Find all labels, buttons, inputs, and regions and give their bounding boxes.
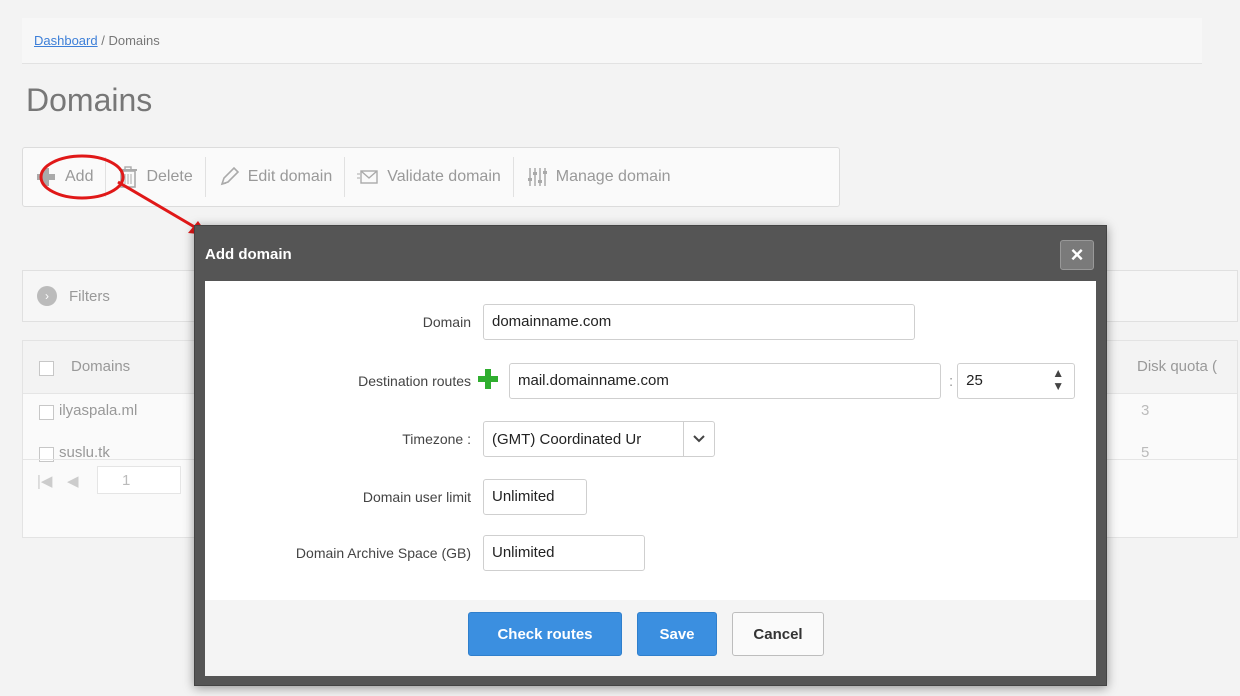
chevron-down-icon[interactable]	[683, 422, 714, 456]
dialog-body: Domain domainname.com Destination routes…	[205, 281, 1096, 600]
breadcrumb-current: Domains	[108, 33, 160, 48]
destination-routes-label: Destination routes	[358, 373, 471, 389]
column-domains[interactable]: Domains	[71, 358, 130, 375]
edit-domain-button[interactable]: Edit domain	[206, 157, 346, 197]
destination-route-input[interactable]: mail.domainname.com	[509, 363, 941, 399]
delete-button[interactable]: Delete	[106, 157, 206, 197]
port-separator: :	[949, 372, 954, 390]
domain-row: Domain domainname.com	[205, 304, 915, 340]
archive-space-row: Domain Archive Space (GB) Unlimited	[205, 535, 645, 571]
row-quota: 3	[1141, 402, 1150, 419]
validate-domain-label: Validate domain	[387, 168, 501, 185]
add-label: Add	[65, 168, 94, 185]
domain-input[interactable]: domainname.com	[483, 304, 915, 340]
close-icon[interactable]: ×	[1060, 240, 1094, 270]
row-checkbox[interactable]	[39, 404, 54, 420]
manage-domain-button[interactable]: Manage domain	[514, 157, 683, 197]
manage-domain-label: Manage domain	[555, 168, 671, 185]
archive-space-label: Domain Archive Space (GB)	[295, 545, 471, 561]
breadcrumb: Dashboard / Domains	[22, 18, 1202, 64]
user-limit-row: Domain user limit Unlimited	[205, 479, 587, 515]
delete-label: Delete	[146, 168, 193, 185]
archive-space-input[interactable]: Unlimited	[483, 535, 645, 571]
user-limit-input[interactable]: Unlimited	[483, 479, 587, 515]
cancel-button[interactable]: Cancel	[732, 612, 824, 656]
envelope-icon	[357, 168, 379, 186]
breadcrumb-separator: /	[97, 33, 109, 48]
edit-domain-label: Edit domain	[247, 168, 333, 185]
domain-label: Domain	[422, 314, 471, 330]
check-routes-button[interactable]: Check routes	[468, 612, 622, 656]
row-domain: ilyaspala.ml	[59, 402, 138, 419]
breadcrumb-dashboard-link[interactable]: Dashboard	[34, 33, 98, 48]
select-all-checkbox[interactable]	[39, 360, 54, 376]
port-value: 25	[966, 372, 983, 389]
stepper-arrows-icon[interactable]: ▲ ▼	[1052, 367, 1064, 393]
page-background: Dashboard / Domains Domains Add Delete E…	[0, 0, 1240, 696]
sliders-icon	[526, 166, 548, 188]
timezone-row: Timezone : (GMT) Coordinated Ur	[205, 421, 715, 457]
page-number-input[interactable]: 1	[97, 466, 181, 494]
dialog-title: Add domain	[205, 246, 292, 263]
validate-domain-button[interactable]: Validate domain	[345, 157, 514, 197]
first-page-icon[interactable]: |◀	[37, 472, 52, 490]
plus-icon	[35, 166, 57, 188]
column-disk-quota[interactable]: Disk quota (	[1137, 358, 1217, 375]
timezone-label: Timezone :	[402, 431, 471, 447]
chevron-right-icon: ›	[37, 286, 57, 306]
timezone-value: (GMT) Coordinated Ur	[492, 430, 642, 448]
filters-label: Filters	[69, 287, 110, 305]
port-stepper[interactable]: 25 ▲ ▼	[957, 363, 1076, 399]
dialog-header: Add domain ×	[195, 226, 1106, 278]
dialog-footer: Check routes Save Cancel	[205, 600, 1096, 676]
save-button[interactable]: Save	[637, 612, 717, 656]
prev-page-icon[interactable]: ◀	[67, 472, 79, 490]
add-domain-dialog: Add domain × Domain domainname.com Desti…	[194, 225, 1107, 686]
add-route-plus-icon[interactable]	[477, 367, 499, 395]
user-limit-label: Domain user limit	[362, 489, 471, 505]
destination-routes-row: Destination routes mail.domainname.com :…	[205, 363, 1076, 399]
add-button[interactable]: Add	[23, 157, 107, 197]
toolbar: Add Delete Edit domain Validate domain M…	[22, 147, 840, 207]
page-title: Domains	[26, 82, 153, 118]
timezone-select[interactable]: (GMT) Coordinated Ur	[483, 421, 715, 457]
trash-icon	[118, 166, 138, 188]
pencil-icon	[218, 166, 240, 188]
